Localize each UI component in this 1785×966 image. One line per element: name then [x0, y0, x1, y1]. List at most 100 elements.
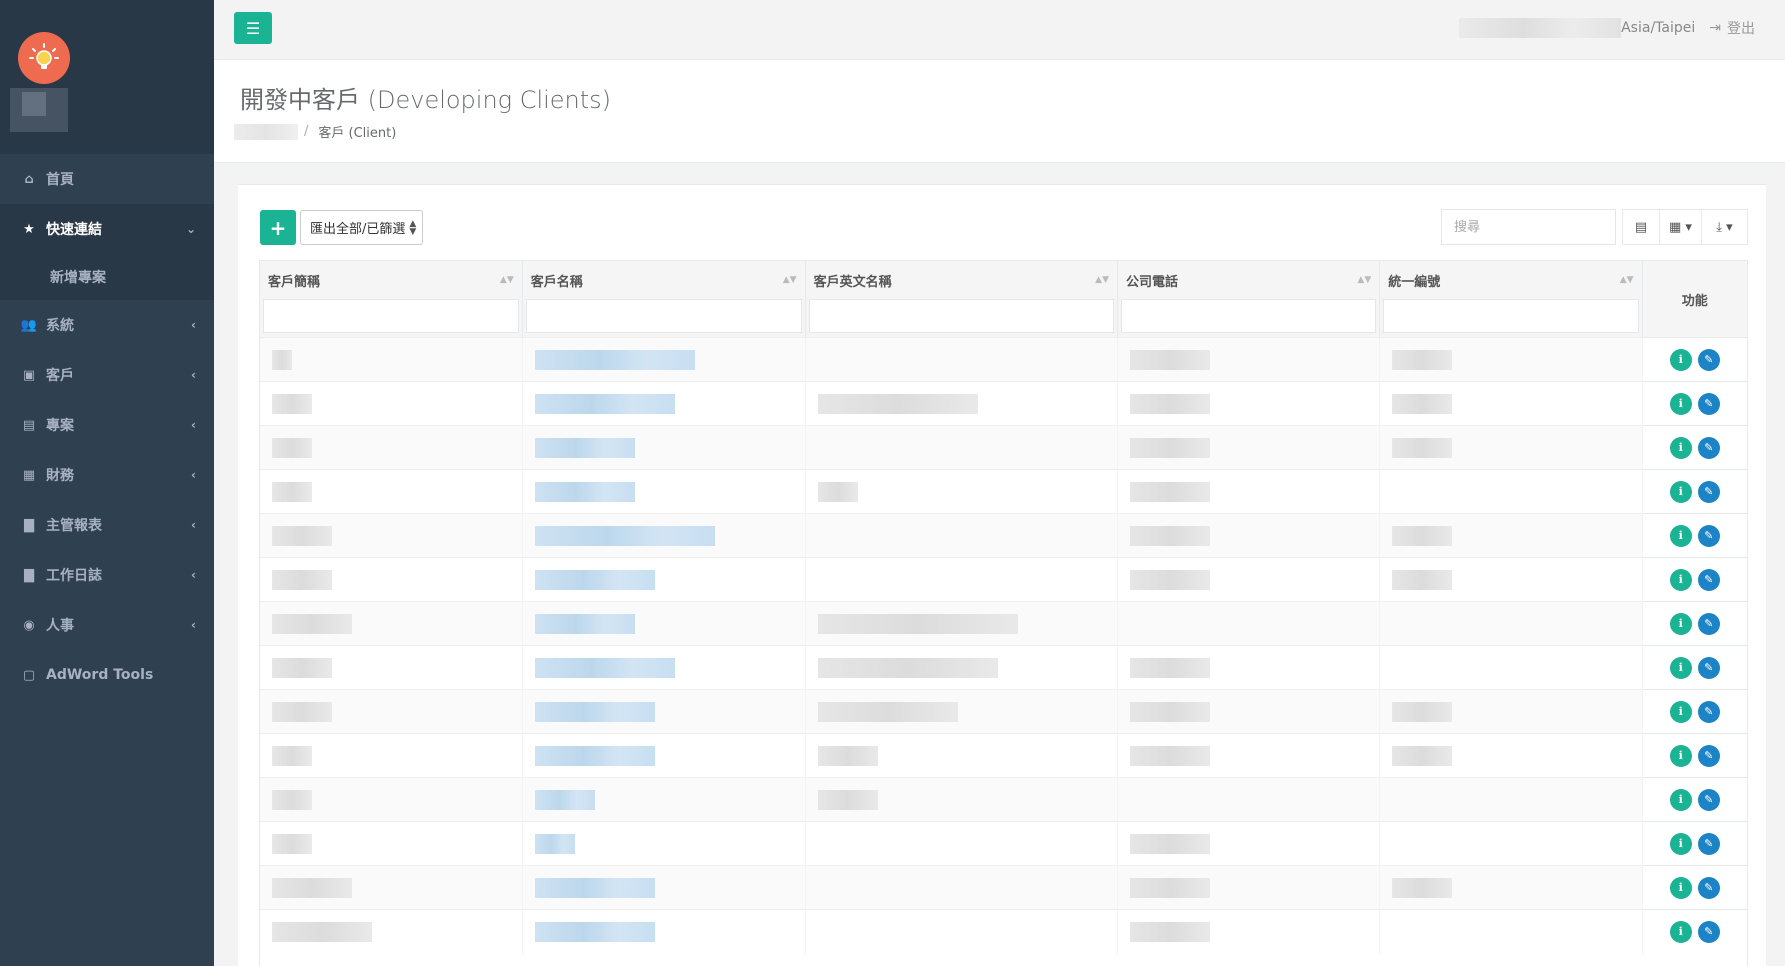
edit-icon[interactable]: ✎	[1697, 920, 1720, 943]
breadcrumb-current: 客戶 (Client)	[318, 126, 397, 141]
filter-input-short-name[interactable]	[263, 299, 519, 333]
table-row: i ✎	[260, 513, 1747, 558]
content-box: + 匯出全部/已篩選 ▲▼ ▤ ▦ ▾ ⤓ ▾ 客戶簡稱 ▲▼	[238, 184, 1766, 966]
edit-icon[interactable]: ✎	[1697, 744, 1720, 767]
search-input[interactable]	[1441, 209, 1616, 245]
table-cell-redacted	[1117, 469, 1381, 514]
filter-input-client-name[interactable]	[525, 299, 802, 333]
table-row: i ✎	[260, 425, 1747, 470]
edit-icon[interactable]: ✎	[1697, 568, 1720, 591]
sidebar-item-clients[interactable]: ▣ 客戶 ‹	[0, 350, 214, 400]
sort-icon: ▲▼	[782, 274, 797, 285]
breadcrumb-home-link[interactable]	[234, 123, 298, 140]
table-cell-redacted[interactable]	[522, 645, 806, 690]
info-icon[interactable]: i	[1669, 524, 1692, 547]
sidebar-item-worklog[interactable]: ▇ 工作日誌 ‹	[0, 550, 214, 600]
column-header-phone[interactable]: 公司電話 ▲▼	[1117, 261, 1381, 338]
edit-icon[interactable]: ✎	[1697, 876, 1720, 899]
toggle-view-button[interactable]: ▤	[1622, 209, 1660, 245]
table-cell-redacted[interactable]	[522, 865, 806, 910]
table-cell-redacted[interactable]	[522, 381, 806, 426]
columns-icon: ▦ ▾	[1669, 219, 1692, 235]
calculator-icon: ▦	[22, 467, 36, 483]
edit-icon[interactable]: ✎	[1697, 524, 1720, 547]
sidebar-item-label: 財務	[46, 468, 74, 484]
sidebar-item-projects[interactable]: ▤ 專案 ‹	[0, 400, 214, 450]
table-row: i ✎	[260, 337, 1747, 382]
sidebar-item-reports[interactable]: ▇ 主管報表 ‹	[0, 500, 214, 550]
table-header-row: 客戶簡稱 ▲▼ 客戶名稱 ▲▼ 客戶英文名稱 ▲▼ 公司電話 ▲▼ 統一編號 ▲…	[260, 261, 1747, 338]
sidebar-subitem-new-project[interactable]: 新增專案	[0, 254, 214, 300]
redacted-block	[1130, 569, 1210, 590]
edit-icon[interactable]: ✎	[1697, 612, 1720, 635]
sidebar-item-finance[interactable]: ▦ 財務 ‹	[0, 450, 214, 500]
info-icon[interactable]: i	[1669, 744, 1692, 767]
table-cell-redacted	[805, 909, 1119, 954]
menu-toggle-button[interactable]: ☰	[234, 12, 272, 44]
table-toolbar-right: ▤ ▦ ▾ ⤓ ▾	[1441, 209, 1748, 245]
edit-icon[interactable]: ✎	[1697, 656, 1720, 679]
info-icon[interactable]: i	[1669, 612, 1692, 635]
redacted-block	[1392, 745, 1453, 766]
table-cell-redacted[interactable]	[522, 777, 806, 822]
filter-input-phone[interactable]	[1121, 299, 1377, 333]
info-icon[interactable]: i	[1669, 568, 1692, 591]
table-cell-redacted	[1379, 909, 1643, 954]
info-icon[interactable]: i	[1669, 656, 1692, 679]
edit-icon[interactable]: ✎	[1697, 392, 1720, 415]
column-header-english-name[interactable]: 客戶英文名稱 ▲▼	[805, 261, 1119, 338]
logout-link[interactable]: ⇥ 登出	[1709, 18, 1755, 38]
select-arrows-icon: ▲ ▼	[409, 218, 417, 237]
sidebar-item-adword-tools[interactable]: ▢ AdWord Tools	[0, 650, 214, 700]
filter-input-english-name[interactable]	[808, 299, 1114, 333]
info-icon[interactable]: i	[1669, 392, 1692, 415]
info-icon[interactable]: i	[1669, 480, 1692, 503]
edit-icon[interactable]: ✎	[1697, 832, 1720, 855]
table-cell-redacted[interactable]	[522, 337, 806, 382]
info-icon[interactable]: i	[1669, 700, 1692, 723]
add-client-button[interactable]: +	[260, 210, 296, 245]
export-select[interactable]: 匯出全部/已篩選 ▲ ▼	[300, 210, 424, 245]
edit-icon[interactable]: ✎	[1697, 436, 1720, 459]
edit-icon[interactable]: ✎	[1697, 788, 1720, 811]
client-name-link-redacted	[534, 745, 655, 766]
user-info-redacted: Asia/Taipei	[1459, 18, 1695, 38]
row-actions: i ✎	[1642, 601, 1747, 646]
table-cell-redacted[interactable]	[522, 733, 806, 778]
info-icon[interactable]: i	[1669, 920, 1692, 943]
table-cell-redacted	[260, 733, 523, 778]
info-icon[interactable]: i	[1669, 876, 1692, 899]
column-header-client-name[interactable]: 客戶名稱 ▲▼	[522, 261, 806, 338]
edit-icon[interactable]: ✎	[1697, 700, 1720, 723]
columns-dropdown-button[interactable]: ▦ ▾	[1660, 209, 1702, 245]
star-icon: ★	[23, 221, 35, 237]
info-icon[interactable]: i	[1669, 788, 1692, 811]
table-cell-redacted	[1117, 381, 1381, 426]
info-icon[interactable]: i	[1669, 832, 1692, 855]
sidebar-item-quick-links[interactable]: ★ 快速連結 ⌄	[0, 204, 214, 254]
table-cell-redacted[interactable]	[522, 821, 806, 866]
table-cell-redacted[interactable]	[522, 469, 806, 514]
info-icon[interactable]: i	[1669, 436, 1692, 459]
edit-icon[interactable]: ✎	[1697, 480, 1720, 503]
table-cell-redacted	[1379, 689, 1643, 734]
table-cell-redacted[interactable]	[522, 601, 806, 646]
row-actions: i ✎	[1642, 425, 1747, 470]
table-cell-redacted[interactable]	[522, 557, 806, 602]
edit-icon[interactable]: ✎	[1697, 348, 1720, 371]
export-dropdown-button[interactable]: ⤓ ▾	[1702, 209, 1748, 245]
sidebar-item-system[interactable]: 👥 系統 ‹	[0, 300, 214, 350]
column-header-short-name[interactable]: 客戶簡稱 ▲▼	[260, 261, 523, 338]
redacted-block	[1392, 525, 1453, 546]
sidebar-item-home[interactable]: ⌂ 首頁	[0, 154, 214, 204]
filter-input-tax-id[interactable]	[1383, 299, 1639, 333]
redacted-block	[272, 657, 332, 678]
sidebar-item-hr[interactable]: ◉ 人事 ‹	[0, 600, 214, 650]
table-cell-redacted[interactable]	[522, 425, 806, 470]
redacted-block	[817, 613, 1018, 634]
table-cell-redacted[interactable]	[522, 909, 806, 954]
column-header-tax-id[interactable]: 統一編號 ▲▼	[1379, 261, 1643, 338]
info-icon[interactable]: i	[1669, 348, 1692, 371]
table-cell-redacted[interactable]	[522, 689, 806, 734]
table-cell-redacted[interactable]	[522, 513, 806, 558]
